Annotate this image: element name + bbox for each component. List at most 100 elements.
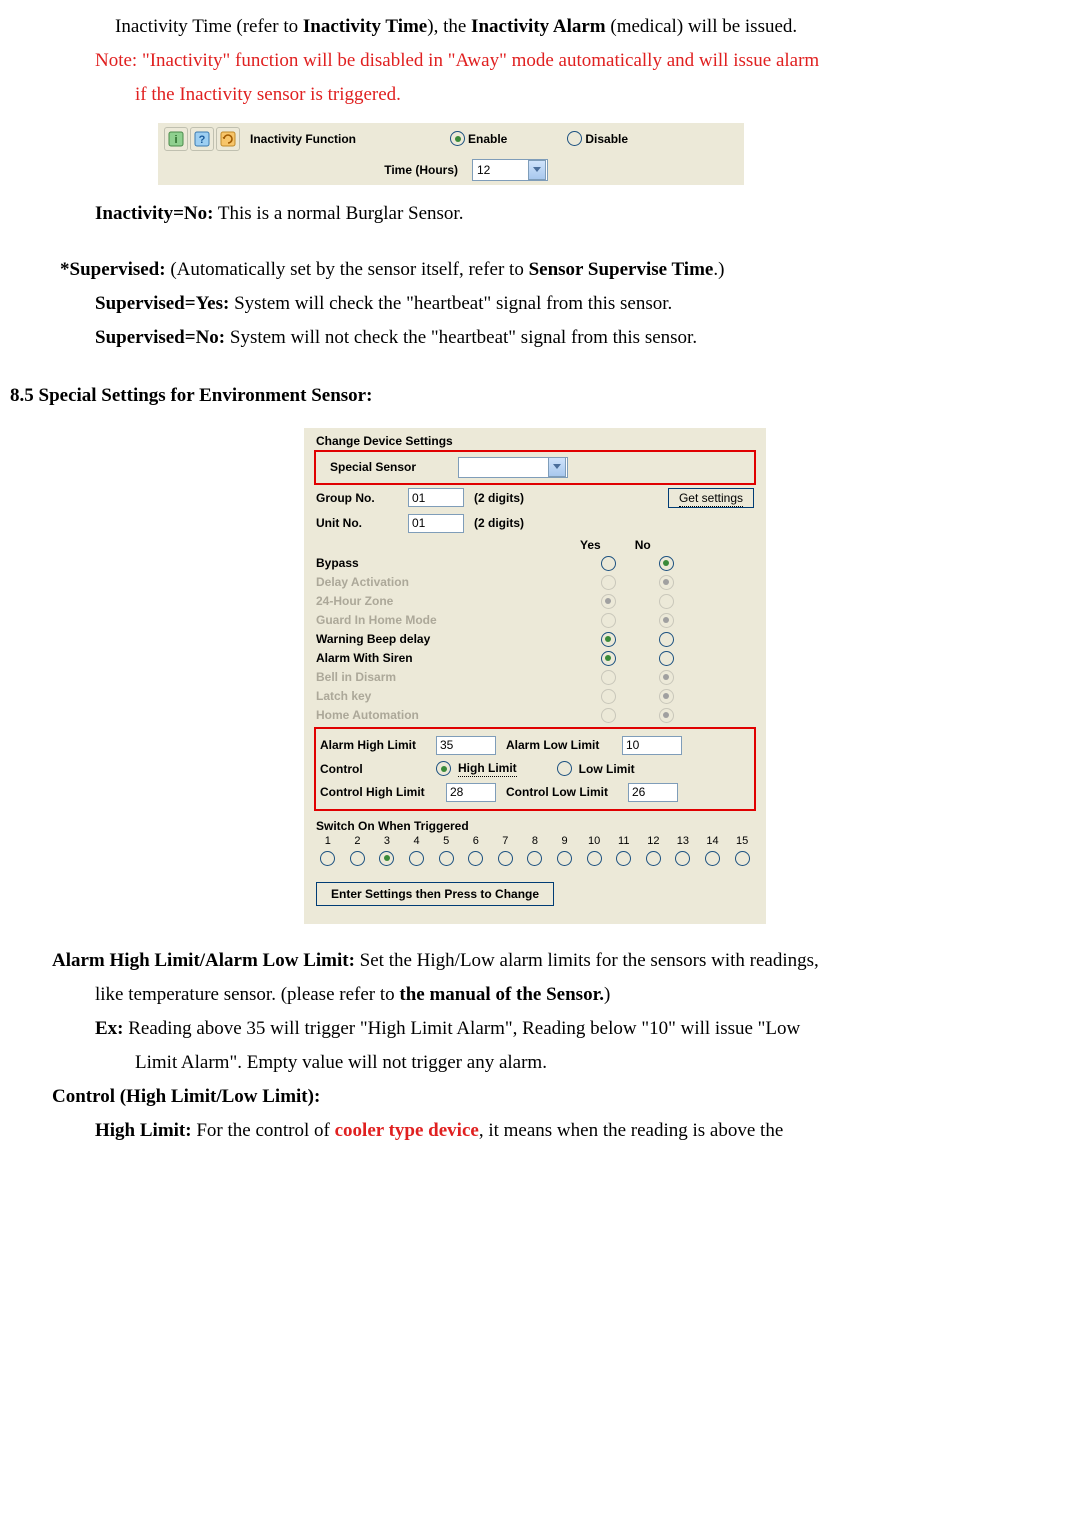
- control-low-limit-input[interactable]: [628, 783, 678, 802]
- switch-radio[interactable]: [379, 851, 394, 866]
- switch-column: 2: [348, 835, 368, 866]
- radio-no: [659, 670, 674, 685]
- example-text-2: Limit Alarm". Empty value will not trigg…: [10, 1046, 1060, 1080]
- switch-number: 6: [473, 835, 479, 847]
- switch-number: 1: [325, 835, 331, 847]
- switch-number: 15: [736, 835, 748, 847]
- radio-no: [659, 613, 674, 628]
- switch-radio[interactable]: [320, 851, 335, 866]
- option-label: Warning Beep delay: [316, 632, 588, 646]
- switch-radio[interactable]: [675, 851, 690, 866]
- switch-radio[interactable]: [468, 851, 483, 866]
- control-low-limit-radio[interactable]: Low Limit: [557, 761, 635, 776]
- option-label: Guard In Home Mode: [316, 613, 588, 627]
- radio-no[interactable]: [659, 556, 674, 571]
- radio-yes: [601, 575, 616, 590]
- switch-radio[interactable]: [439, 851, 454, 866]
- alarm-low-limit-label: Alarm Low Limit: [506, 738, 622, 752]
- unit-no-input[interactable]: [408, 514, 464, 533]
- disable-radio[interactable]: Disable: [567, 131, 628, 146]
- switch-column: 1: [318, 835, 338, 866]
- switch-radio[interactable]: [705, 851, 720, 866]
- switch-column: 5: [436, 835, 456, 866]
- radio-yes[interactable]: [601, 651, 616, 666]
- inactivity-function-label: Inactivity Function: [250, 132, 450, 146]
- switch-column: 8: [525, 835, 545, 866]
- control-high-limit-radio[interactable]: High Limit: [436, 761, 517, 777]
- option-row: 24-Hour Zone: [304, 592, 766, 611]
- control-low-limit-label: Control Low Limit: [506, 785, 628, 799]
- svg-text:?: ?: [199, 134, 206, 146]
- radio-no[interactable]: [659, 651, 674, 666]
- supervised-no-text: Supervised=No: System will not check the…: [10, 321, 1060, 355]
- no-header: No: [635, 538, 651, 552]
- option-row: Latch key: [304, 687, 766, 706]
- special-sensor-select[interactable]: [458, 457, 568, 478]
- switch-number: 7: [502, 835, 508, 847]
- radio-no: [659, 575, 674, 590]
- switch-column: 15: [732, 835, 752, 866]
- option-row: Home Automation: [304, 706, 766, 725]
- option-row: Warning Beep delay: [304, 630, 766, 649]
- group-no-input[interactable]: [408, 488, 464, 507]
- radio-no[interactable]: [659, 632, 674, 647]
- switch-number: 4: [414, 835, 420, 847]
- special-sensor-label: Special Sensor: [330, 460, 458, 474]
- chevron-down-icon[interactable]: [528, 160, 546, 180]
- option-row: Guard In Home Mode: [304, 611, 766, 630]
- switch-radio[interactable]: [557, 851, 572, 866]
- alarm-high-low-text: Alarm High Limit/Alarm Low Limit: Set th…: [10, 944, 1060, 978]
- radio-yes[interactable]: [601, 556, 616, 571]
- info-icon[interactable]: i: [164, 127, 188, 151]
- two-digits-label: (2 digits): [474, 516, 524, 530]
- switch-column: 9: [555, 835, 575, 866]
- switch-radio[interactable]: [587, 851, 602, 866]
- enable-radio[interactable]: Enable: [450, 131, 507, 146]
- switch-number: 14: [706, 835, 718, 847]
- supervised-text: *Supervised: (Automatically set by the s…: [10, 253, 1060, 287]
- radio-yes: [601, 594, 616, 609]
- switch-radio[interactable]: [350, 851, 365, 866]
- switch-number: 3: [384, 835, 390, 847]
- control-high-limit-input[interactable]: [446, 783, 496, 802]
- control-label: Control: [320, 762, 436, 776]
- switch-radio[interactable]: [498, 851, 513, 866]
- radio-no: [659, 594, 674, 609]
- inactivity-no-text: Inactivity=No: This is a normal Burglar …: [10, 197, 1060, 231]
- option-row: Bell in Disarm: [304, 668, 766, 687]
- switch-column: 7: [496, 835, 516, 866]
- panel-title: Change Device Settings: [304, 428, 766, 450]
- alarm-high-limit-label: Alarm High Limit: [320, 738, 436, 752]
- yes-header: Yes: [580, 538, 601, 552]
- radio-yes[interactable]: [601, 632, 616, 647]
- option-label: Bell in Disarm: [316, 670, 588, 684]
- switch-column: 10: [584, 835, 604, 866]
- switch-radio[interactable]: [409, 851, 424, 866]
- section-heading: 8.5 Special Settings for Environment Sen…: [10, 379, 1060, 413]
- change-device-settings-panel: Change Device Settings Special Sensor Gr…: [304, 428, 766, 924]
- switch-column: 4: [407, 835, 427, 866]
- get-settings-button[interactable]: Get settings: [668, 488, 754, 508]
- submit-button[interactable]: Enter Settings then Press to Change: [316, 882, 554, 906]
- switch-column: 12: [644, 835, 664, 866]
- time-hours-label: Time (Hours): [158, 163, 472, 177]
- option-label: Alarm With Siren: [316, 651, 588, 665]
- switch-on-label: Switch On When Triggered: [304, 813, 766, 833]
- alarm-low-limit-input[interactable]: [622, 736, 682, 755]
- option-label: Delay Activation: [316, 575, 588, 589]
- refresh-icon[interactable]: [216, 127, 240, 151]
- chevron-down-icon[interactable]: [548, 457, 566, 477]
- time-hours-select[interactable]: 12: [472, 159, 548, 181]
- alarm-high-limit-input[interactable]: [436, 736, 496, 755]
- control-high-limit-label: Control High Limit: [320, 785, 446, 799]
- switch-radio[interactable]: [616, 851, 631, 866]
- switch-column: 3: [377, 835, 397, 866]
- switch-column: 13: [673, 835, 693, 866]
- switch-radio[interactable]: [646, 851, 661, 866]
- option-label: Latch key: [316, 689, 588, 703]
- note-text-2: if the Inactivity sensor is triggered.: [10, 78, 1060, 112]
- switch-radio[interactable]: [735, 851, 750, 866]
- note-text: Note: "Inactivity" function will be disa…: [10, 44, 1060, 78]
- help-icon[interactable]: ?: [190, 127, 214, 151]
- switch-radio[interactable]: [527, 851, 542, 866]
